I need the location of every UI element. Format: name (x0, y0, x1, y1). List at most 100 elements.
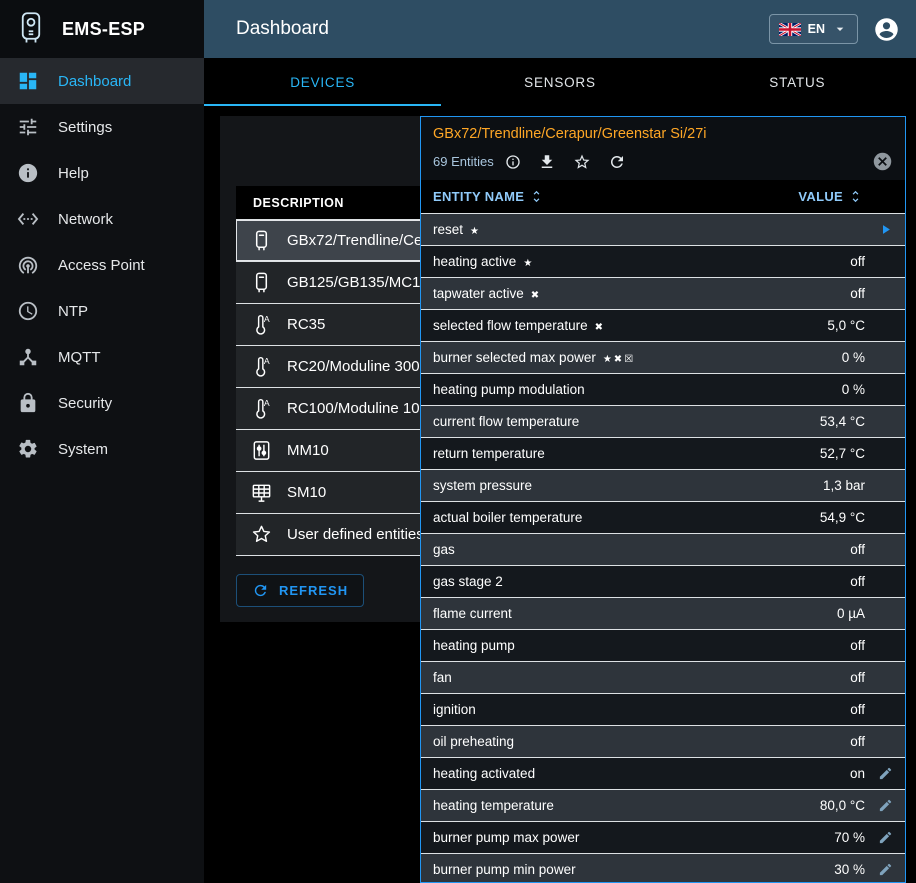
info-icon[interactable] (505, 154, 521, 170)
uk-flag-icon (779, 23, 801, 36)
sidebar: EMS-ESP DashboardSettingsHelpNetworkAcce… (0, 0, 204, 883)
sidebar-item-system[interactable]: System (0, 426, 204, 472)
tab-devices[interactable]: DEVICES (204, 58, 441, 106)
entity-value: 54,9 °C (820, 510, 865, 525)
entity-value: 30 % (834, 862, 865, 877)
hub-icon (17, 346, 39, 368)
entity-name: return temperature (433, 446, 820, 461)
entity-row[interactable]: gasoff (421, 534, 905, 566)
entity-row[interactable]: heating activatedon (421, 758, 905, 790)
help-icon (17, 162, 39, 184)
sidebar-item-network[interactable]: Network (0, 196, 204, 242)
entity-row[interactable]: heating temperature80,0 °C (421, 790, 905, 822)
favorites-star-icon[interactable] (573, 153, 591, 171)
thermostat-icon: A (250, 355, 273, 378)
sidebar-item-settings[interactable]: Settings (0, 104, 204, 150)
entity-name: heating active★ (433, 254, 850, 269)
entity-row[interactable]: selected flow temperature✖5,0 °C (421, 310, 905, 342)
entity-value: 0 % (842, 382, 865, 397)
entity-name: heating pump (433, 638, 850, 653)
thermostat-icon: A (250, 313, 273, 336)
entity-name: heating pump modulation (433, 382, 842, 397)
sidebar-item-label: System (58, 441, 108, 458)
entity-row[interactable]: tapwater active✖off (421, 278, 905, 310)
edit-icon[interactable] (865, 830, 905, 845)
sidebar-item-label: Help (58, 165, 89, 182)
sidebar-item-ntp[interactable]: NTP (0, 288, 204, 334)
gear-icon (17, 438, 39, 460)
clock-icon (17, 300, 39, 322)
entity-name: burner pump min power (433, 862, 834, 877)
sidebar-item-help[interactable]: Help (0, 150, 204, 196)
entity-flag-icons: ★ (523, 258, 534, 269)
sidebar-item-dashboard[interactable]: Dashboard (0, 58, 204, 104)
entity-row[interactable]: burner pump max power70 % (421, 822, 905, 854)
entity-row[interactable]: burner selected max power★✖☒0 % (421, 342, 905, 374)
entity-flag-icons: ★ (470, 226, 481, 237)
sort-entity-name-icon[interactable] (529, 189, 544, 204)
entity-value: off (850, 638, 865, 653)
entity-name: gas stage 2 (433, 574, 850, 589)
sidebar-item-label: Security (58, 395, 112, 412)
entity-name: tapwater active✖ (433, 286, 850, 301)
sidebar-item-access-point[interactable]: Access Point (0, 242, 204, 288)
entity-row[interactable]: heating pump modulation0 % (421, 374, 905, 406)
panel-title: GBx72/Trendline/Cerapur/Greenstar Si/27i (421, 117, 905, 144)
download-icon[interactable] (538, 153, 556, 171)
tab-status[interactable]: STATUS (679, 58, 916, 106)
refresh-button[interactable]: REFRESH (236, 574, 364, 607)
entity-row[interactable]: ignitionoff (421, 694, 905, 726)
entity-row[interactable]: heating pumpoff (421, 630, 905, 662)
entity-row[interactable]: system pressure1,3 bar (421, 470, 905, 502)
device-entities-panel: GBx72/Trendline/Cerapur/Greenstar Si/27i… (420, 116, 906, 883)
entity-row[interactable]: flame current0 µA (421, 598, 905, 630)
sidebar-item-label: Access Point (58, 257, 145, 274)
entity-value: 53,4 °C (820, 414, 865, 429)
sidebar-item-label: Settings (58, 119, 112, 136)
entity-name: actual boiler temperature (433, 510, 820, 525)
edit-icon[interactable] (865, 766, 905, 781)
edit-icon[interactable] (865, 798, 905, 813)
account-icon[interactable] (873, 16, 900, 43)
entity-row[interactable]: oil preheatingoff (421, 726, 905, 758)
svg-text:A: A (264, 356, 270, 366)
entity-row[interactable]: gas stage 2off (421, 566, 905, 598)
entity-name: heating activated (433, 766, 850, 781)
star-icon (250, 523, 273, 546)
entity-row[interactable]: current flow temperature53,4 °C (421, 406, 905, 438)
close-icon[interactable] (872, 151, 893, 172)
entity-value: on (850, 766, 865, 781)
entity-row[interactable]: return temperature52,7 °C (421, 438, 905, 470)
entity-row[interactable]: heating active★off (421, 246, 905, 278)
device-name: GBx72/Trendline/Cera (287, 232, 436, 249)
sort-value-icon[interactable] (848, 189, 863, 204)
entity-row[interactable]: fanoff (421, 662, 905, 694)
entity-value: off (850, 254, 865, 269)
column-description: DESCRIPTION (253, 196, 344, 210)
execute-icon[interactable] (865, 222, 905, 237)
entity-row[interactable]: burner pump min power30 % (421, 854, 905, 882)
entity-name: ignition (433, 702, 850, 717)
tab-sensors[interactable]: SENSORS (441, 58, 678, 106)
entity-flag-icons: ✖ (595, 322, 605, 333)
entity-name: burner pump max power (433, 830, 834, 845)
device-name: RC20/Moduline 300 (287, 358, 420, 375)
refresh-entities-icon[interactable] (608, 153, 626, 171)
language-selector[interactable]: EN (769, 14, 858, 44)
boiler-icon (250, 271, 273, 294)
svg-text:A: A (264, 398, 270, 408)
entity-value: 1,3 bar (823, 478, 865, 493)
entity-rows: reset★heating active★offtapwater active✖… (421, 214, 905, 882)
edit-icon[interactable] (865, 862, 905, 877)
entity-row[interactable]: reset★ (421, 214, 905, 246)
boiler-logo-icon (13, 11, 49, 47)
sidebar-item-mqtt[interactable]: MQTT (0, 334, 204, 380)
entity-flag-icons: ✖ (531, 290, 541, 301)
sidebar-nav: Dashboard Settings Help Network Access Point… (0, 58, 204, 472)
solar-icon (250, 481, 273, 504)
entity-row[interactable]: actual boiler temperature54,9 °C (421, 502, 905, 534)
device-name: MM10 (287, 442, 329, 459)
sidebar-item-security[interactable]: Security (0, 380, 204, 426)
entity-name: burner selected max power★✖☒ (433, 350, 842, 365)
mixer-icon (250, 439, 273, 462)
